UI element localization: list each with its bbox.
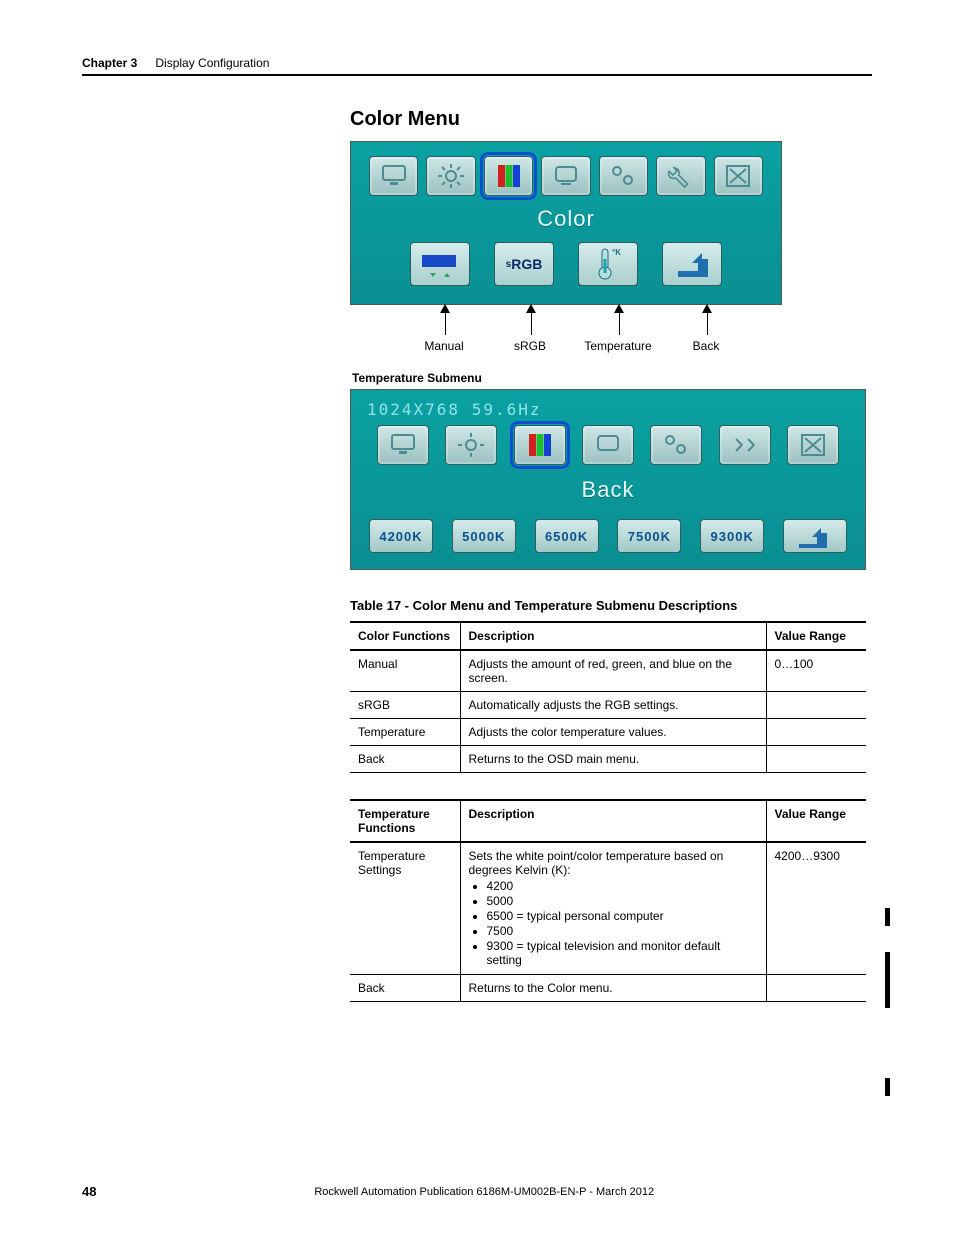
table-cell: Returns to the OSD main menu. (460, 746, 766, 773)
figure-callouts: Manual sRGB Temperature Back (350, 305, 782, 353)
temp-option: 5000K (452, 519, 516, 553)
osd-title: Color (361, 206, 771, 232)
color-functions-table: Color Functions Description Value Range … (350, 621, 866, 773)
color-menu-figure: Color sRGB °K (350, 141, 782, 305)
callout-label: Manual (424, 339, 463, 353)
table-header: Description (460, 800, 766, 842)
table-cell: sRGB (350, 692, 460, 719)
svg-text:°K: °K (612, 248, 621, 257)
chapter-label: Chapter 3 (82, 56, 137, 70)
osd-tab-color-icon (484, 156, 533, 196)
table-cell (766, 719, 866, 746)
table-cell: Back (350, 746, 460, 773)
osd-tab-tools-icon (656, 156, 705, 196)
temperature-functions-table: Temperature Functions Description Value … (350, 799, 866, 1002)
osd-tab-auto-icon (377, 425, 429, 465)
table-header: Temperature Functions (350, 800, 460, 842)
table-cell (766, 692, 866, 719)
figure-caption: Temperature Submenu (352, 371, 872, 385)
table-row: BackReturns to the Color menu. (350, 975, 866, 1002)
list-item: 5000 (487, 894, 758, 908)
osd-tab-tools-icon (719, 425, 771, 465)
osd-tab-exit-icon (787, 425, 839, 465)
table-row: TemperatureAdjusts the color temperature… (350, 719, 866, 746)
table-cell: Adjusts the amount of red, green, and bl… (460, 650, 766, 692)
list-item: 4200 (487, 879, 758, 893)
callout-label: sRGB (514, 339, 546, 353)
osd-tab-brightness-icon (426, 156, 475, 196)
chapter-title: Display Configuration (155, 56, 269, 70)
manual-option-icon (410, 242, 470, 286)
list-item: 6500 = typical personal computer (487, 909, 758, 923)
table-cell: Sets the white point/color temperature b… (460, 842, 766, 975)
publication-line: Rockwell Automation Publication 6186M-UM… (96, 1186, 872, 1198)
change-bar (885, 952, 890, 1008)
change-bar (885, 908, 890, 926)
table-header: Value Range (766, 622, 866, 650)
list-item: 7500 (487, 924, 758, 938)
osd-tab-color-icon (514, 425, 566, 465)
table-cell: Temperature Settings (350, 842, 460, 975)
temp-option: 7500K (617, 519, 681, 553)
temp-option: 6500K (535, 519, 599, 553)
table-cell: Temperature (350, 719, 460, 746)
osd-tab-brightness-icon (445, 425, 497, 465)
osd-tab-image-icon (582, 425, 634, 465)
table-cell: 0…100 (766, 650, 866, 692)
temp-option: 4200K (369, 519, 433, 553)
table-cell: Adjusts the color temperature values. (460, 719, 766, 746)
osd-title: Back (361, 477, 855, 503)
osd-tab-misc-icon (599, 156, 648, 196)
table-cell: Returns to the Color menu. (460, 975, 766, 1002)
srgb-option-icon: sRGB (494, 242, 554, 286)
list-item: 9300 = typical television and monitor de… (487, 939, 758, 967)
table-cell: Manual (350, 650, 460, 692)
table-header: Value Range (766, 800, 866, 842)
table-header: Color Functions (350, 622, 460, 650)
temperature-option-icon: °K (578, 242, 638, 286)
osd-tab-auto-icon (369, 156, 418, 196)
change-bar (885, 1078, 890, 1096)
back-option-icon (662, 242, 722, 286)
table-caption: Table 17 - Color Menu and Temperature Su… (350, 598, 872, 613)
table-cell (766, 746, 866, 773)
callout-label: Back (693, 339, 720, 353)
resolution-readout: 1024X768 59.6Hz (361, 400, 855, 419)
table-cell: Automatically adjusts the RGB settings. (460, 692, 766, 719)
table-header: Description (460, 622, 766, 650)
callout-label: Temperature (584, 339, 651, 353)
temp-option: 9300K (700, 519, 764, 553)
running-header: Chapter 3 Display Configuration (82, 56, 872, 76)
table-cell: Back (350, 975, 460, 1002)
osd-tab-misc-icon (650, 425, 702, 465)
table-row: sRGBAutomatically adjusts the RGB settin… (350, 692, 866, 719)
page-footer: 48 Rockwell Automation Publication 6186M… (82, 1184, 872, 1199)
section-heading: Color Menu (350, 108, 872, 131)
table-cell: 4200…9300 (766, 842, 866, 975)
back-icon (783, 519, 847, 553)
table-cell (766, 975, 866, 1002)
osd-tab-image-icon (541, 156, 590, 196)
page-number: 48 (82, 1184, 96, 1199)
osd-tab-exit-icon (714, 156, 763, 196)
table-row: Temperature SettingsSets the white point… (350, 842, 866, 975)
table-row: BackReturns to the OSD main menu. (350, 746, 866, 773)
temperature-submenu-figure: 1024X768 59.6Hz Back 4200K 5000K 6500K 7… (350, 389, 866, 570)
table-row: ManualAdjusts the amount of red, green, … (350, 650, 866, 692)
